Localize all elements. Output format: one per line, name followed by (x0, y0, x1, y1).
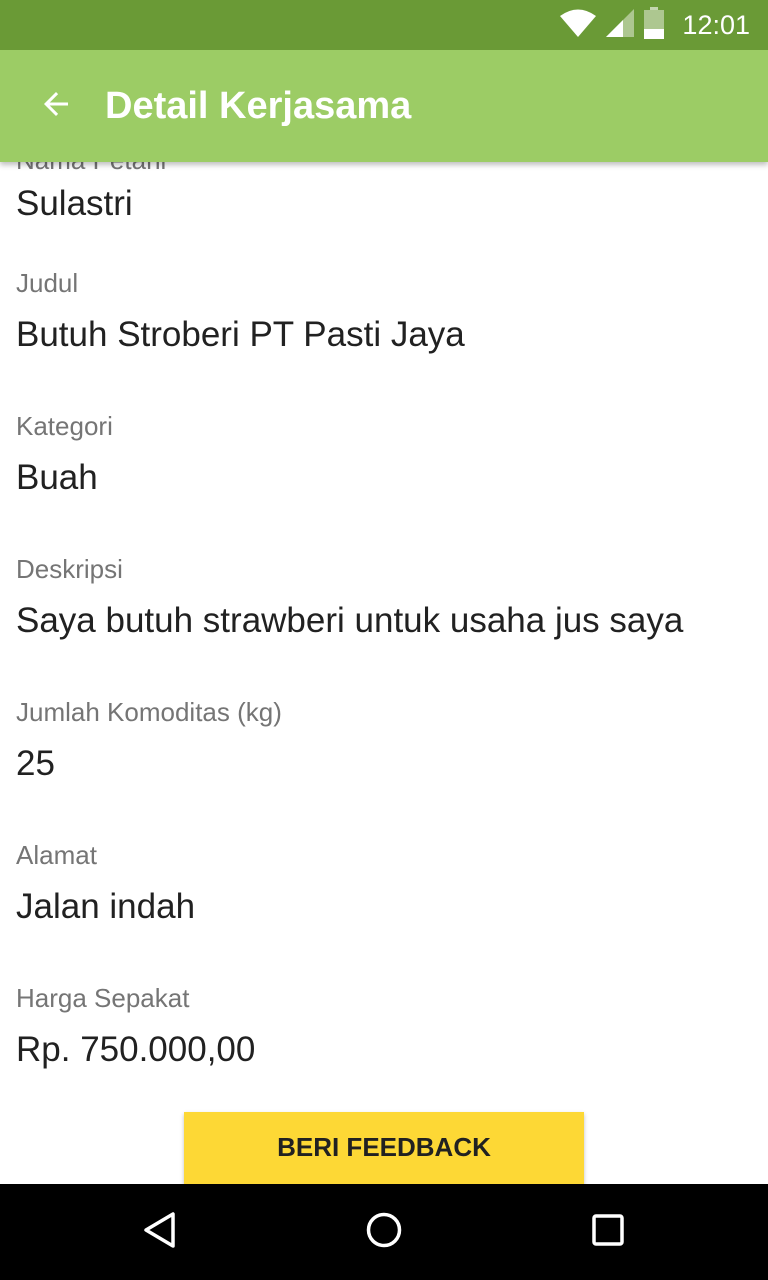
app-bar: Detail Kerjasama (0, 50, 768, 162)
nav-back-button[interactable] (128, 1200, 192, 1264)
wifi-icon (560, 9, 597, 42)
signal-icon (606, 8, 635, 42)
arrow-back-icon (38, 86, 74, 127)
back-triangle-icon (140, 1210, 180, 1255)
field-label: Deskripsi (16, 554, 123, 584)
screen: 12:01 Detail Kerjasama Nama Petani Sulas… (0, 0, 768, 1280)
field-value: Buah (16, 458, 98, 497)
nav-home-button[interactable] (352, 1200, 416, 1264)
field-label: Alamat (16, 840, 97, 870)
status-icons: 12:01 (560, 0, 750, 50)
back-button[interactable] (24, 74, 88, 138)
detail-content[interactable]: Nama Petani Sulastri Judul Butuh Strober… (0, 162, 768, 1184)
field-value: Jalan indah (16, 887, 196, 926)
field-harga-sepakat: Harga Sepakat Rp. 750.000,00 (16, 982, 752, 1072)
beri-feedback-button[interactable]: BERI FEEDBACK (184, 1112, 584, 1184)
field-label: Kategori (16, 411, 113, 441)
field-value: Butuh Stroberi PT Pasti Jaya (16, 315, 465, 354)
navigation-bar (0, 1184, 768, 1280)
home-circle-icon (364, 1210, 404, 1255)
status-time: 12:01 (682, 9, 750, 40)
field-label: Jumlah Komoditas (kg) (16, 697, 282, 727)
field-value: Sulastri (16, 184, 133, 223)
recents-square-icon (588, 1210, 628, 1255)
field-value: Rp. 750.000,00 (16, 1030, 256, 1069)
field-nama-petani: Nama Petani Sulastri (16, 162, 752, 226)
field-kategori: Kategori Buah (16, 410, 752, 500)
field-value: 25 (16, 744, 55, 783)
field-judul: Judul Butuh Stroberi PT Pasti Jaya (16, 267, 752, 357)
status-bar: 12:01 (0, 0, 768, 50)
field-value: Saya butuh strawberi untuk usaha jus say… (16, 601, 684, 640)
field-alamat: Alamat Jalan indah (16, 839, 752, 929)
field-deskripsi: Deskripsi Saya butuh strawberi untuk usa… (16, 553, 752, 643)
battery-icon (644, 6, 665, 44)
field-label: Judul (16, 268, 79, 298)
field-jumlah-komoditas: Jumlah Komoditas (kg) 25 (16, 696, 752, 786)
nav-recents-button[interactable] (576, 1200, 640, 1264)
field-label: Nama Petani (16, 162, 752, 176)
field-label: Harga Sepakat (16, 983, 190, 1013)
page-title: Detail Kerjasama (105, 85, 412, 127)
